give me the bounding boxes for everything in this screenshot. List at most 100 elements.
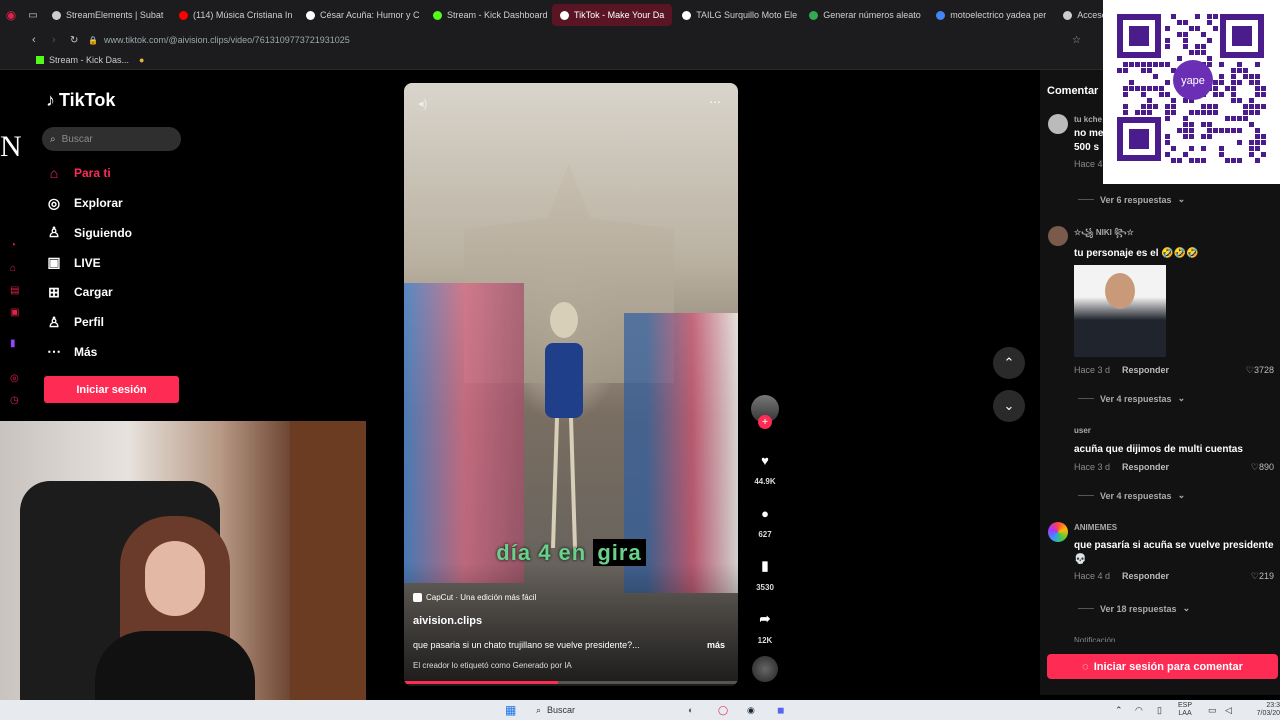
- windows-start-icon[interactable]: ▦: [505, 703, 516, 717]
- view-replies-button[interactable]: Ver 4 respuestas ⌄: [1078, 393, 1185, 404]
- chevron-down-icon: ⌄: [1003, 398, 1015, 413]
- heart-outline-icon: ♡: [1245, 365, 1254, 375]
- creator-avatar[interactable]: +: [750, 395, 780, 429]
- view-replies-button[interactable]: Ver 4 respuestas ⌄: [1078, 490, 1185, 501]
- sidebar-item-label: Perfil: [74, 315, 105, 329]
- share-button[interactable]: ➦ 12K: [750, 606, 780, 645]
- video-player[interactable]: ◂) ⋯ día 4 en gira CapCut · Una edición …: [404, 83, 738, 686]
- progress-bar[interactable]: [404, 681, 738, 684]
- previous-video-button[interactable]: ⌃: [993, 347, 1025, 379]
- sidebar-item-para-ti[interactable]: ⌂ Para ti: [46, 165, 111, 181]
- browser-tab[interactable]: TAILG Surquillo Moto Ele: [674, 4, 799, 26]
- tray-lang[interactable]: ESP LAA: [1178, 702, 1192, 718]
- url-field[interactable]: www.tiktok.com/@aivision.clips/video/761…: [104, 35, 350, 45]
- like-button[interactable]: ♥ 44.9K: [750, 447, 780, 487]
- share-icon: ➦: [759, 611, 771, 626]
- twitch-icon[interactable]: ▮: [10, 338, 22, 350]
- comment-text: acuña que dijimos de multi cuentas: [1074, 444, 1243, 455]
- tab-favicon-icon: [682, 10, 692, 20]
- player-icon[interactable]: ◎: [10, 373, 22, 385]
- app-icon[interactable]: ▣: [10, 307, 22, 319]
- capcut-tag[interactable]: CapCut · Una edición más fácil: [413, 593, 536, 602]
- tab-favicon-icon: [936, 10, 946, 20]
- comment-likes[interactable]: ♡219: [1251, 571, 1274, 582]
- tab-overview-icon[interactable]: ▭: [22, 10, 44, 21]
- browser-tab[interactable]: Stream - Kick Dashboard: [425, 4, 550, 26]
- progress-fill: [404, 681, 558, 684]
- browser-tab[interactable]: motoelectrico yadea per: [928, 4, 1053, 26]
- tray-clock[interactable]: 23:3 7/03/20: [1245, 702, 1280, 718]
- follow-plus-icon[interactable]: +: [758, 415, 772, 429]
- tray-volume-icon[interactable]: ◁: [1225, 705, 1232, 716]
- browser-tab[interactable]: Generar números aleato: [801, 4, 926, 26]
- replies-line: [1078, 495, 1094, 496]
- comment-user[interactable]: ☆꧁ NIKI ꧂☆: [1074, 227, 1274, 243]
- bookmark-star-icon[interactable]: ☆: [1072, 35, 1081, 46]
- discord-taskbar-icon[interactable]: ◼: [777, 705, 784, 716]
- windows-taskbar: ▦ ⌕ Buscar ◐ ◯ ◉ ◼ ⌃ ◠ ▯ ESP LAA ▭ ◁ 23:…: [0, 700, 1280, 720]
- sidebar-item-live[interactable]: ▣ LIVE: [46, 254, 100, 271]
- reply-button[interactable]: Responder: [1122, 365, 1169, 376]
- comment-likes[interactable]: ♡890: [1251, 462, 1274, 473]
- tray-network-icon[interactable]: ▭: [1208, 705, 1217, 716]
- comment-user[interactable]: user: [1074, 426, 1274, 435]
- browser-tab[interactable]: César Acuña: Humor y C: [298, 4, 423, 26]
- reload-icon[interactable]: ↻: [70, 35, 88, 46]
- back-icon[interactable]: ‹: [32, 34, 52, 46]
- history-icon[interactable]: ◷: [10, 395, 22, 407]
- browser-tab[interactable]: (114) Música Cristiana In: [171, 4, 296, 26]
- comment-login-button[interactable]: ◌ Iniciar sesión para comentar: [1047, 654, 1278, 679]
- sidebar-item-cargar[interactable]: ⊞ Cargar: [46, 284, 113, 301]
- mail-icon[interactable]: ▤: [10, 285, 22, 297]
- opera-taskbar-icon[interactable]: ◯: [718, 705, 728, 716]
- comment-likes[interactable]: ♡3728: [1246, 365, 1274, 376]
- taskbar-app-icon[interactable]: ◐: [688, 705, 693, 715]
- sidebar-item-perfil[interactable]: ♙ Perfil: [46, 314, 104, 331]
- tab-favicon-icon: [809, 10, 819, 20]
- comment-avatar[interactable]: [1048, 522, 1068, 542]
- save-button[interactable]: ▮ 3530: [750, 553, 780, 592]
- comment-button[interactable]: ● 627: [750, 500, 780, 540]
- comment-text: que pasaría si acuña se vuelve president…: [1074, 540, 1274, 551]
- reply-button[interactable]: Responder: [1122, 462, 1169, 473]
- comment-avatar[interactable]: [1048, 226, 1068, 246]
- login-button[interactable]: Iniciar sesión: [44, 376, 179, 403]
- bag-icon[interactable]: ⌂: [10, 263, 22, 275]
- bookmarks-bar: Stream - Kick Das... ●: [0, 50, 1280, 70]
- taskbar-search[interactable]: ⌕ Buscar: [536, 705, 575, 716]
- bookmark-item[interactable]: Stream - Kick Das...: [49, 55, 129, 65]
- search-input[interactable]: ⌕ Buscar: [42, 127, 181, 151]
- lock-icon: 🔒: [88, 35, 98, 45]
- opera-logo-icon[interactable]: ◉: [0, 8, 22, 22]
- next-video-button[interactable]: ⌄: [993, 390, 1025, 422]
- forward-icon[interactable]: ›: [52, 34, 70, 46]
- comment-user[interactable]: ANIMEMES: [1074, 523, 1274, 532]
- tray-mic-icon[interactable]: ▯: [1157, 705, 1162, 716]
- messenger-icon[interactable]: ◔: [10, 240, 22, 252]
- mute-icon[interactable]: ◂): [418, 97, 427, 110]
- browser-tab[interactable]: TikTok - Make Your Da: [552, 4, 673, 26]
- comment-item: ANIMEMES que pasaría si acuña se vuelve …: [1074, 523, 1274, 582]
- heart-icon: ♥: [761, 452, 769, 468]
- tab-label: TikTok - Make Your Da: [574, 10, 665, 20]
- video-caption: día 4 en gira: [404, 539, 738, 566]
- view-replies-button[interactable]: Ver 6 respuestas ⌄: [1078, 194, 1185, 205]
- comment-image[interactable]: [1074, 265, 1166, 357]
- steam-taskbar-icon[interactable]: ◉: [747, 705, 755, 716]
- sidebar-item-m-s[interactable]: ⋯ Más: [46, 343, 97, 360]
- tray-wifi-icon[interactable]: ◠: [1135, 705, 1143, 716]
- tiktok-logo[interactable]: ♪ TikTok: [46, 90, 115, 111]
- reply-button[interactable]: Responder: [1122, 571, 1169, 582]
- sidebar-item-siguiendo[interactable]: ♙ Siguiendo: [46, 224, 132, 241]
- sound-disc[interactable]: [750, 656, 780, 686]
- video-menu-icon[interactable]: ⋯: [709, 95, 721, 109]
- video-author[interactable]: aivision.clips: [413, 615, 482, 627]
- comment-avatar[interactable]: [1048, 114, 1068, 134]
- comment-text: tu personaje es el 🤣🤣🤣: [1074, 248, 1199, 259]
- tray-up-icon[interactable]: ⌃: [1115, 705, 1123, 716]
- sidebar-item-explorar[interactable]: ◎ Explorar: [46, 195, 123, 212]
- more-link[interactable]: más: [707, 640, 725, 650]
- view-replies-button[interactable]: Ver 18 respuestas ⌄: [1078, 603, 1190, 614]
- bookmark-emoji-icon[interactable]: ●: [139, 55, 144, 65]
- browser-tab[interactable]: StreamElements | Subat: [44, 4, 169, 26]
